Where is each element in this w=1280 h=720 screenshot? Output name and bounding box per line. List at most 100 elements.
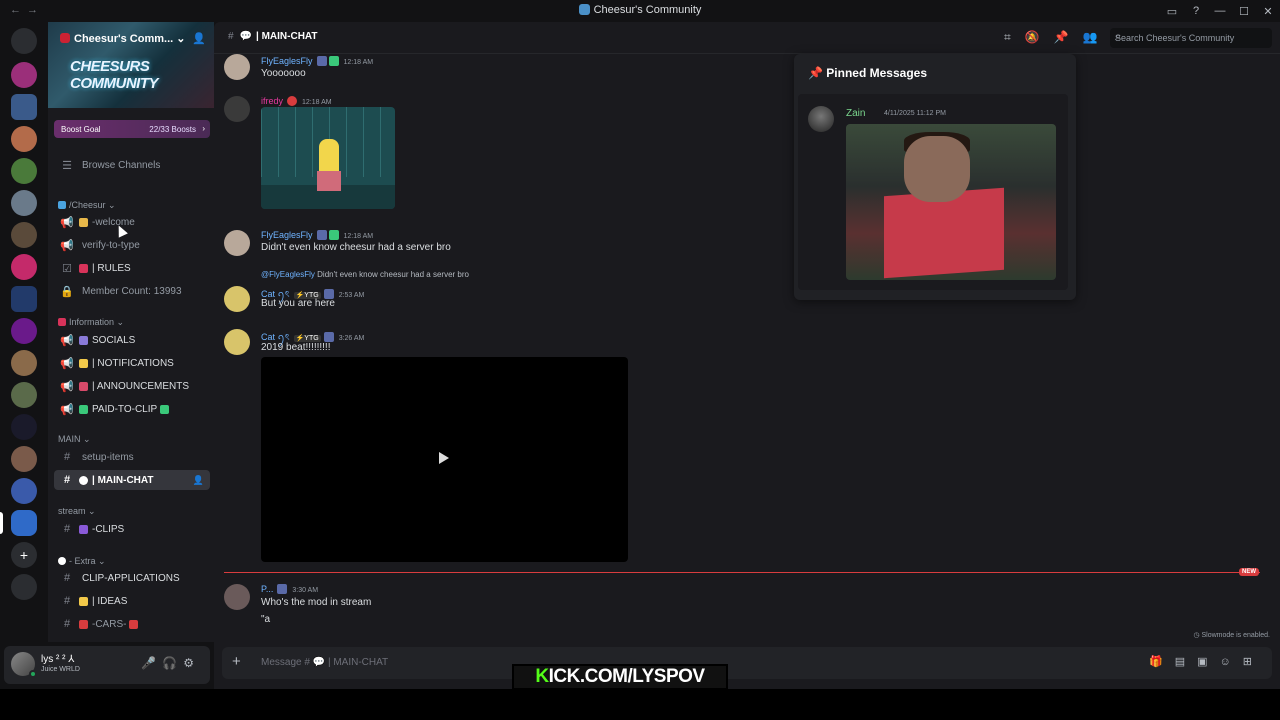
category-information[interactable]: Information ⌄ [58,317,124,328]
server-icon-current[interactable] [11,510,37,536]
channel-welcome[interactable]: 📢 -welcome [54,212,210,232]
channel-notifications[interactable]: 📢 | NOTIFICATIONS [54,353,210,373]
avatar[interactable] [224,230,250,256]
channel-verify[interactable]: 📢 verify-to-type [54,235,210,255]
server-icon[interactable] [11,94,37,120]
message-composer[interactable]: + Message # 💬 | MAIN-CHAT 🎁▤▣☺⊞ [222,647,1272,679]
server-icon[interactable] [11,446,37,472]
server-icon[interactable] [11,254,37,280]
search-icon: ⌕ [1115,31,1122,43]
mic-icon[interactable]: 🎤 [141,656,162,670]
discover-icon[interactable] [11,574,37,600]
car-icon [79,619,88,629]
server-icon[interactable] [11,478,37,504]
server-icon[interactable] [11,350,37,376]
avatar[interactable] [224,54,250,80]
play-icon[interactable] [439,452,449,464]
message-header: ifredy 12:18 AM [261,96,332,106]
typing-text: "a [261,614,271,625]
server-icon[interactable] [11,62,37,88]
channel-clips[interactable]: # -CLIPS [54,519,210,539]
server-rail: + [0,22,48,689]
mute-icon[interactable]: 🔕 [1025,30,1054,44]
boost-goal-bar[interactable]: Boost Goal 22/33 Boosts › [54,120,210,138]
pinned-author[interactable]: Zain [846,108,865,119]
avatar[interactable] [224,584,250,610]
megaphone-icon: 📢 [60,357,74,370]
home-icon[interactable] [11,28,37,54]
close-button[interactable]: ✕ [1256,5,1280,18]
username[interactable]: lys ² ² ⅄ [41,654,74,665]
role-badge-icon [316,56,327,66]
server-icon[interactable] [11,318,37,344]
gif-icon[interactable]: ▤ [1175,656,1197,668]
pinned-image[interactable] [846,124,1056,280]
plus-icon[interactable]: + [232,653,241,670]
channel-ideas[interactable]: # | IDEAS [54,591,210,611]
lightbulb-icon [79,596,88,606]
server-icon[interactable] [11,222,37,248]
server-icon[interactable] [11,158,37,184]
video-player[interactable] [261,357,628,562]
gift-icon[interactable]: 🎁 [1149,656,1175,668]
channel-main-chat[interactable]: # | MAIN-CHAT 👤 [54,470,210,490]
server-icon[interactable] [11,414,37,440]
category-main[interactable]: MAIN ⌄ [58,434,91,445]
avatar[interactable] [224,96,250,122]
server-banner[interactable]: Cheesur's Comm... ⌄ 👤 CHEESURS COMMUNITY [48,22,214,108]
add-server-icon[interactable]: + [11,542,37,568]
members-icon[interactable]: 👥 [1083,30,1112,44]
gear-icon[interactable]: ⚙ [183,656,200,670]
server-icon[interactable] [11,382,37,408]
hash-icon: # [63,572,71,584]
pin-icon[interactable]: 📌 [1054,30,1083,44]
avatar[interactable] [808,106,834,132]
channel-member-count[interactable]: 🔒 Member Count: 13993 [54,281,210,301]
channel-announcements[interactable]: 📢 | ANNOUNCEMENTS [54,376,210,396]
category-cheesur[interactable]: /Cheesur ⌄ [58,200,116,211]
server-name[interactable]: Cheesur's Comm... ⌄ [60,32,185,45]
hash-icon: # [63,595,71,607]
browse-channels[interactable]: ☰ Browse Channels [54,155,210,175]
invite-icon[interactable]: 👤 [192,32,206,45]
channel-cars[interactable]: # -CARS- [54,614,210,634]
list-icon: ☰ [62,159,72,172]
add-member-icon[interactable]: 👤 [193,475,204,486]
headphones-icon[interactable]: 🎧 [162,656,183,670]
money-icon [160,404,170,414]
apps-icon[interactable]: ⊞ [1243,656,1264,668]
channel-socials[interactable]: 📢 SOCIALS [54,330,210,350]
channel-setup-items[interactable]: # setup-items [54,447,210,467]
avatar[interactable] [224,286,250,312]
minimize-button[interactable]: — [1208,5,1232,17]
help-icon[interactable]: ? [1184,5,1208,17]
maximize-button[interactable]: ☐ [1232,5,1256,18]
new-messages-divider [224,572,1260,573]
category-stream[interactable]: stream ⌄ [58,506,96,517]
emoji-icon[interactable]: ☺ [1220,656,1243,668]
pinned-messages-panel: 📌 Pinned Messages Zain 4/11/2025 11:12 P… [794,54,1076,300]
search-input[interactable]: Search Cheesur's Community ⌕ [1110,28,1272,48]
category-extra[interactable]: - Extra ⌄ [58,556,106,567]
image-attachment[interactable] [261,107,395,209]
channel-clip-applications[interactable]: # CLIP-APPLICATIONS [54,568,210,588]
discord-app: ←→ Cheesur's Community ▭ ? — ☐ ✕ + Chees… [0,0,1280,689]
megaphone-icon: 📢 [60,380,74,393]
threads-icon[interactable]: ⌗ [1004,30,1025,44]
reply-preview[interactable]: @FlyEaglesFly Didn't even know cheesur h… [261,270,469,279]
server-icon[interactable] [11,190,37,216]
avatar[interactable] [224,329,250,355]
channel-rules[interactable]: ☑ | RULES [54,258,210,278]
sticker-icon[interactable]: ▣ [1197,656,1219,668]
server-icon[interactable] [11,126,37,152]
wave-icon [79,217,88,227]
hash-icon: # [63,618,71,630]
server-icon[interactable] [11,286,37,312]
channel-paid-to-clip[interactable]: 📢 PAID-TO-CLIP [54,399,210,419]
banner-logo: CHEESURS COMMUNITY [70,58,159,92]
message-input[interactable]: Message # 💬 | MAIN-CHAT [261,657,388,668]
selected-indicator [0,512,3,534]
pinned-message[interactable]: Zain 4/11/2025 11:12 PM [798,94,1068,290]
socials-icon [79,335,88,345]
inbox-icon[interactable]: ▭ [1160,5,1184,18]
